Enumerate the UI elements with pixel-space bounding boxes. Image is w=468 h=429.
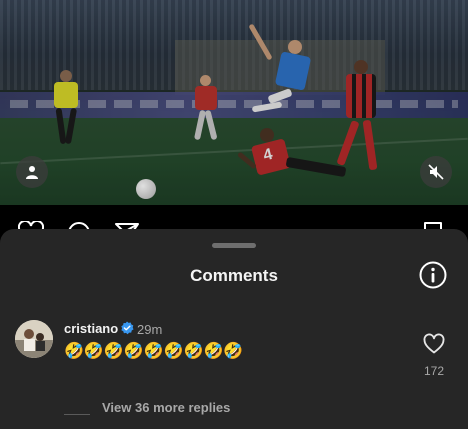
comment-timestamp: 29m xyxy=(137,322,163,337)
view-replies-button[interactable]: View 36 more replies xyxy=(102,400,230,415)
like-count: 172 xyxy=(423,364,445,378)
sheet-title: Comments xyxy=(190,266,278,285)
info-icon[interactable] xyxy=(419,261,447,289)
avatar[interactable] xyxy=(15,320,53,358)
comments-sheet: Comments cristiano 29m 🤣🤣🤣🤣🤣🤣🤣🤣🤣 172 Vie… xyxy=(0,229,468,429)
replies-divider xyxy=(64,414,90,415)
person-icon[interactable] xyxy=(16,156,48,188)
sheet-grabber-handle[interactable] xyxy=(212,243,256,248)
video-player[interactable]: 4 xyxy=(0,0,468,205)
speaker-muted-icon[interactable] xyxy=(420,156,452,188)
comment-username[interactable]: cristiano xyxy=(64,321,118,336)
heart-icon[interactable] xyxy=(423,333,445,355)
verified-badge-icon xyxy=(121,321,134,335)
video-dim-overlay xyxy=(0,0,468,205)
comment-text: 🤣🤣🤣🤣🤣🤣🤣🤣🤣 xyxy=(64,341,244,360)
